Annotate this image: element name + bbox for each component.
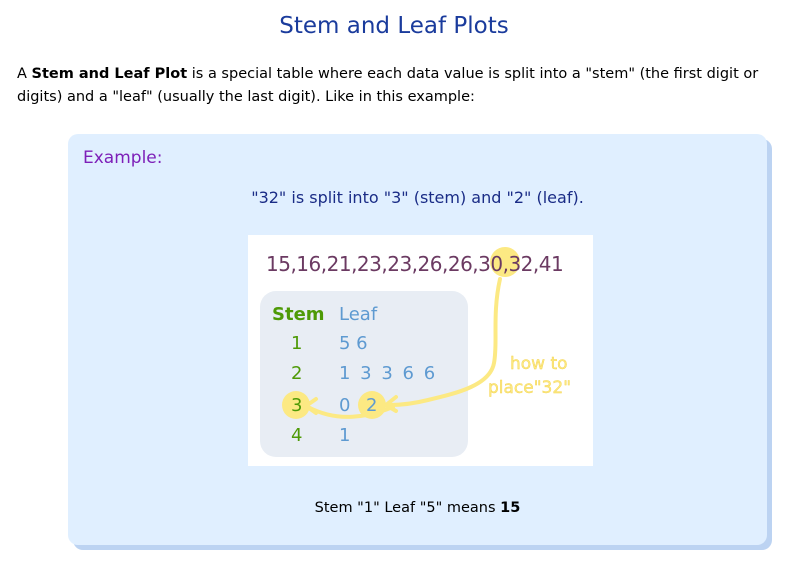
leaf-row-2: 1 3 3 6 6: [339, 363, 435, 384]
annotation-line-2: place"32": [488, 378, 571, 398]
stem-row-2: 2: [291, 363, 302, 384]
stem-row-4: 4: [291, 425, 302, 446]
note-value: 15: [500, 500, 521, 516]
data-list-highlight: 32: [508, 252, 532, 276]
page-title: Stem and Leaf Plots: [279, 13, 509, 39]
annotation-line-1: how to: [510, 354, 568, 374]
leaf-row-3-highlight: 2: [366, 395, 377, 416]
example-heading: Example:: [83, 148, 163, 168]
leaf-header: Leaf: [339, 304, 378, 325]
note-prefix: Stem "1" Leaf "5" means: [314, 500, 501, 516]
example-box: Example: "32" is split into "3" (stem) a…: [68, 134, 767, 545]
leaf-row-3-first: 0: [339, 395, 350, 416]
stem-row-1: 1: [291, 333, 302, 354]
leaf-row-1: 5 6: [339, 333, 368, 354]
data-list-prefix: 15,16,21,23,23,26,26,30,: [266, 252, 508, 276]
intro-paragraph: A Stem and Leaf Plot is a special table …: [17, 63, 777, 109]
intro-prefix: A: [17, 66, 32, 82]
example-note: Stem "1" Leaf "5" means 15: [68, 500, 767, 516]
example-caption: "32" is split into "3" (stem) and "2" (l…: [251, 188, 584, 207]
stem-leaf-svg: 15,16,21,23,23,26,26,30,32,41 Stem Leaf …: [260, 247, 571, 457]
stem-header: Stem: [272, 304, 325, 325]
stem-leaf-illustration: 15,16,21,23,23,26,26,30,32,41 Stem Leaf …: [248, 235, 593, 466]
data-list-suffix: ,41: [533, 252, 563, 276]
intro-term: Stem and Leaf Plot: [31, 66, 188, 82]
data-list: 15,16,21,23,23,26,26,30,32,41: [266, 252, 563, 276]
leaf-row-4: 1: [339, 425, 350, 446]
stem-row-3: 3: [291, 395, 302, 416]
